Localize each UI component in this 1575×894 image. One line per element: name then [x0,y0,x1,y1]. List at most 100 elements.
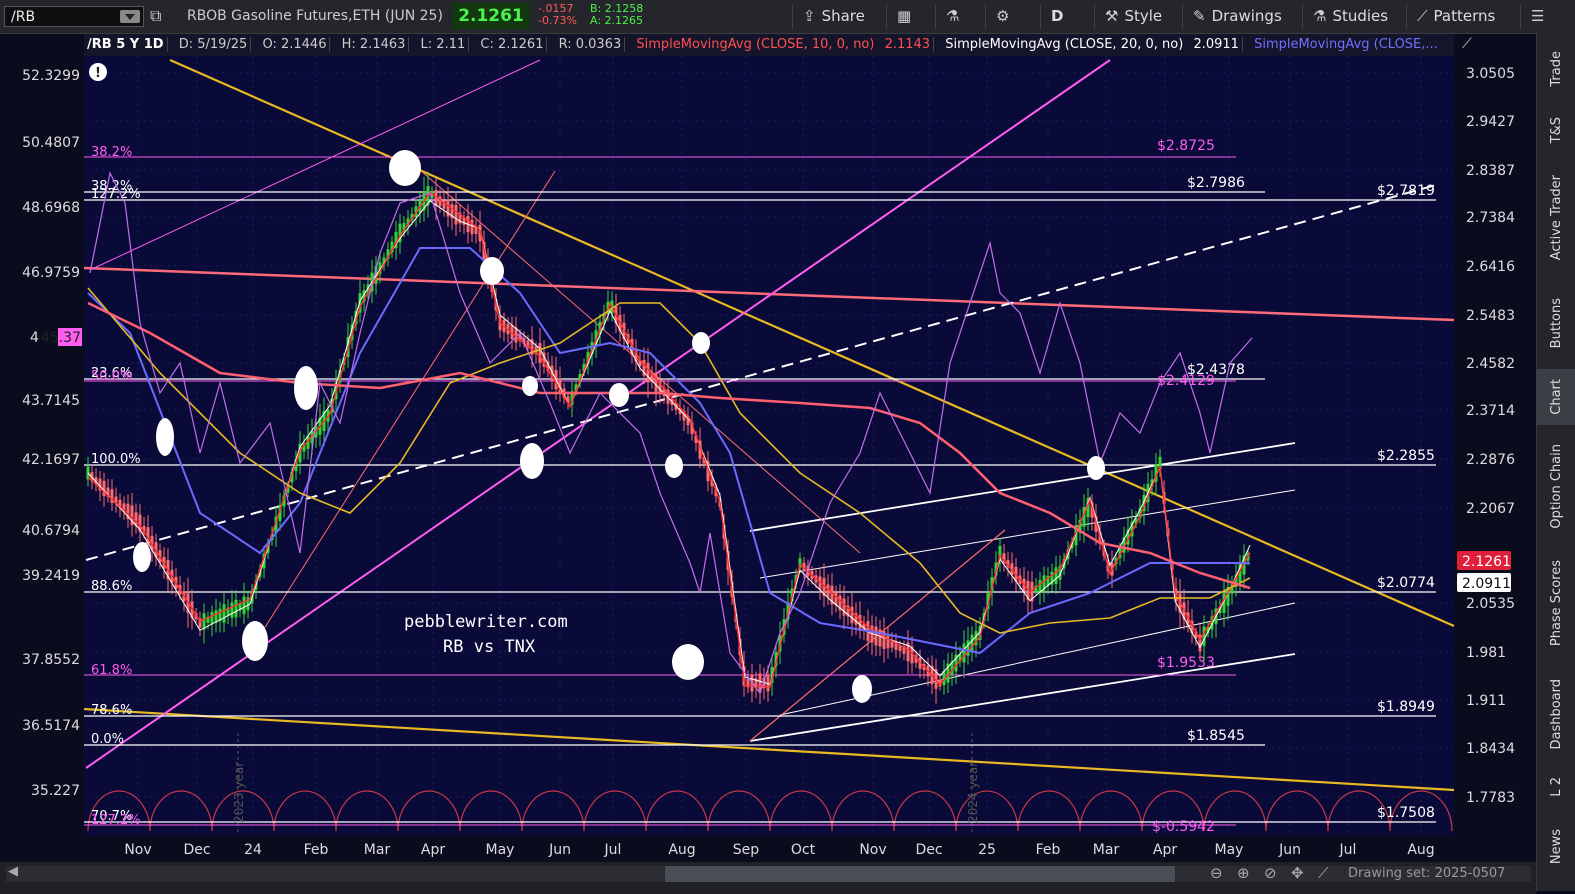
fib-label: 0.0% [91,732,124,747]
alert-icon-glyph: ! [95,66,101,81]
x-axis-tick: Jun [1278,842,1301,858]
left-axis-tick: 4 [30,330,39,346]
sidebar-tab-trade[interactable]: Trade [1537,39,1575,99]
sidebar-tab-label: News [1549,829,1564,865]
flask-button[interactable]: ⚗ [935,4,982,29]
fib-label: 78.6% [91,703,132,718]
patterns-button[interactable]: ⟋ Patterns [1406,4,1517,29]
zoom-out-icon[interactable]: ⊖ [1210,864,1223,882]
fib-price: $2.7986 [1187,175,1245,191]
sidebar-tab-label: L 2 [1549,777,1564,797]
circle-marker [133,542,151,572]
candle-body [962,643,966,663]
x-axis-tick: Feb [1036,842,1061,858]
zoom-fit-icon[interactable]: ⊘ [1264,864,1277,882]
fib-price: $1.7508 [1377,805,1435,821]
sidebar-tab-option-chain[interactable]: Option Chain [1537,431,1575,541]
studies-label: Studies [1332,7,1389,25]
sidebar-tab-dashboard[interactable]: Dashboard [1537,669,1575,759]
pan-icon[interactable]: ✥ [1291,864,1304,882]
right-axis-tick: 2.5483 [1466,308,1515,324]
x-axis-tick: Sep [733,842,760,858]
grid-button[interactable]: ▦ [886,4,933,29]
candle-body [850,606,854,624]
share-label: Share [821,7,865,25]
fib-label: 127.2% [91,187,141,202]
drawing-tool-icon[interactable]: ⟋ [1318,864,1329,882]
candle-body [230,602,234,618]
flask-icon: ⚗ [1313,7,1327,25]
link-icon[interactable]: ⧉ [150,6,161,26]
candle-body [842,598,846,616]
sidebar-tab-buttons[interactable]: Buttons [1537,283,1575,363]
right-axis-tick: 2.0535 [1466,596,1515,612]
x-axis-tick: Aug [1407,842,1434,858]
last-price: 2.1261 [452,3,530,29]
right-axis-tick: 1.7783 [1466,790,1515,806]
scrollbar-thumb[interactable] [665,866,1175,882]
right-axis-tick: 1.8434 [1466,741,1515,757]
pct-change: -0.73% [538,14,577,27]
gear-icon: ⚙ [996,7,1010,25]
aggregation-button[interactable]: D [1040,4,1091,29]
sidebar-tab-chart[interactable]: Chart [1537,369,1575,425]
settings-button[interactable]: ⚙ [985,4,1032,29]
sidebar-tab-label: Dashboard [1549,678,1564,750]
x-axis-tick: Nov [859,842,886,858]
circle-marker [520,443,544,479]
right-axis-tick: 2.8387 [1466,163,1515,179]
share-button[interactable]: ⇪ Share [792,4,893,29]
sidebar-tab-ts[interactable]: T&S [1537,105,1575,155]
price-tag: 2.1261 [1462,554,1511,570]
left-axis-tick: 35.227 [31,783,80,799]
patterns-icon: ⟋ [1417,7,1428,25]
x-axis-tick: 25 [978,842,996,858]
sidebar-tab-phase-scores[interactable]: Phase Scores [1537,553,1575,653]
price-chart[interactable]: 38.2% $2.7986127.2% $2.781923.6% $2.4378100… [0,33,1536,863]
left-axis-tick: 46.9759 [22,265,80,281]
sidebar-tab-active-trader[interactable]: Active Trader [1537,163,1575,273]
menu-button[interactable]: ☰ [1520,4,1571,29]
sidebar-tab-l2[interactable]: L 2 [1537,769,1575,805]
style-label: Style [1124,7,1163,25]
right-axis-tick: 2.3714 [1466,403,1515,419]
candle-body [454,204,458,225]
circle-marker [294,366,318,410]
circle-marker [389,150,421,186]
circle-marker [480,257,504,285]
fib-price: $2.7819 [1377,183,1435,199]
circle-marker [672,644,704,680]
ask-price: A: 2.1265 [590,14,644,27]
drawings-button[interactable]: ✎ Drawings [1182,4,1305,29]
x-axis-tick: May [1215,842,1244,858]
sidebar-tab-label: T&S [1549,116,1564,144]
candle-body [234,599,238,618]
fib-price: $1.8949 [1377,699,1435,715]
x-axis-tick: Mar [364,842,391,858]
fib-label-pink: 38.2% [91,145,132,160]
sidebar-tab-label: Buttons [1549,297,1564,349]
right-axis-tick: 2.4582 [1466,356,1515,372]
sidebar-tab-news[interactable]: News [1537,817,1575,877]
style-icon: ⚒ [1105,7,1119,25]
candle-body [538,343,542,363]
circle-marker [609,383,629,407]
candle-body [1054,567,1058,585]
studies-button[interactable]: ⚗ Studies [1302,4,1409,29]
fib-label: 88.6% [91,579,132,594]
left-axis-tick: 37.8552 [22,652,80,668]
scroll-left-icon[interactable]: ◀ [8,864,18,879]
right-axis-tick: 2.9427 [1466,114,1515,130]
drawings-label: Drawings [1211,7,1282,25]
left-marker-value: 45.37 [41,330,81,346]
zoom-in-icon[interactable]: ⊕ [1237,864,1250,882]
chevron-down-icon[interactable] [120,10,140,23]
fib-label-pink: 50.0% [91,369,132,384]
x-axis-tick: Apr [421,842,445,858]
circle-marker [852,675,872,703]
style-button[interactable]: ⚒ Style [1094,4,1185,29]
symbol-input[interactable]: /RB [4,6,144,27]
fib-price-pink: $-0.5942 [1152,819,1215,835]
candle-body [826,584,830,598]
fib-price-pink: $2.8725 [1157,138,1215,154]
